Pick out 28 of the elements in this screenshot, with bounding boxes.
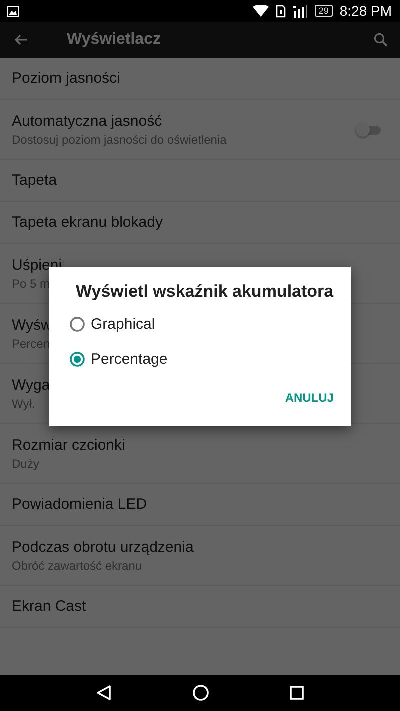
cancel-button[interactable]: ANULUJ (281, 387, 334, 409)
setting-title[interactable]: Wyga (12, 376, 50, 394)
setting-title[interactable]: Automatyczna jasność (12, 112, 162, 130)
dialog-title: Wyświetl wskaźnik akumulatora (76, 282, 334, 302)
wifi-icon (252, 5, 269, 17)
setting-title[interactable]: Tapeta ekranu blokady (12, 214, 163, 231)
image-notification-icon (7, 6, 19, 16)
overview-square-icon[interactable] (290, 686, 304, 700)
setting-title[interactable]: Tapeta (12, 172, 58, 189)
setting-title[interactable]: Powiadomienia LED (12, 496, 148, 513)
toggle-switch[interactable] (356, 122, 382, 136)
back-triangle-icon[interactable] (96, 685, 112, 701)
setting-title[interactable]: Poziom jasności (12, 70, 120, 87)
option-label[interactable]: Percentage (91, 351, 168, 368)
clock: 8:28 PM (340, 3, 392, 19)
home-circle-icon[interactable] (192, 685, 209, 701)
search-icon[interactable] (374, 33, 388, 47)
battery-level: 29 (314, 5, 333, 17)
screen-title: Wyświetlacz (67, 31, 162, 49)
setting-title[interactable]: Podczas obrotu urządzenia (12, 538, 194, 556)
signal-icon (292, 4, 307, 18)
setting-title[interactable]: Ekran Cast (12, 598, 86, 615)
option-label[interactable]: Graphical (91, 316, 156, 333)
radio-button[interactable] (70, 352, 85, 367)
sim-card-icon (276, 4, 286, 18)
back-arrow-icon[interactable] (14, 34, 28, 46)
setting-title[interactable]: Rozmiar czcionki (12, 436, 126, 454)
radio-button[interactable] (70, 317, 85, 332)
